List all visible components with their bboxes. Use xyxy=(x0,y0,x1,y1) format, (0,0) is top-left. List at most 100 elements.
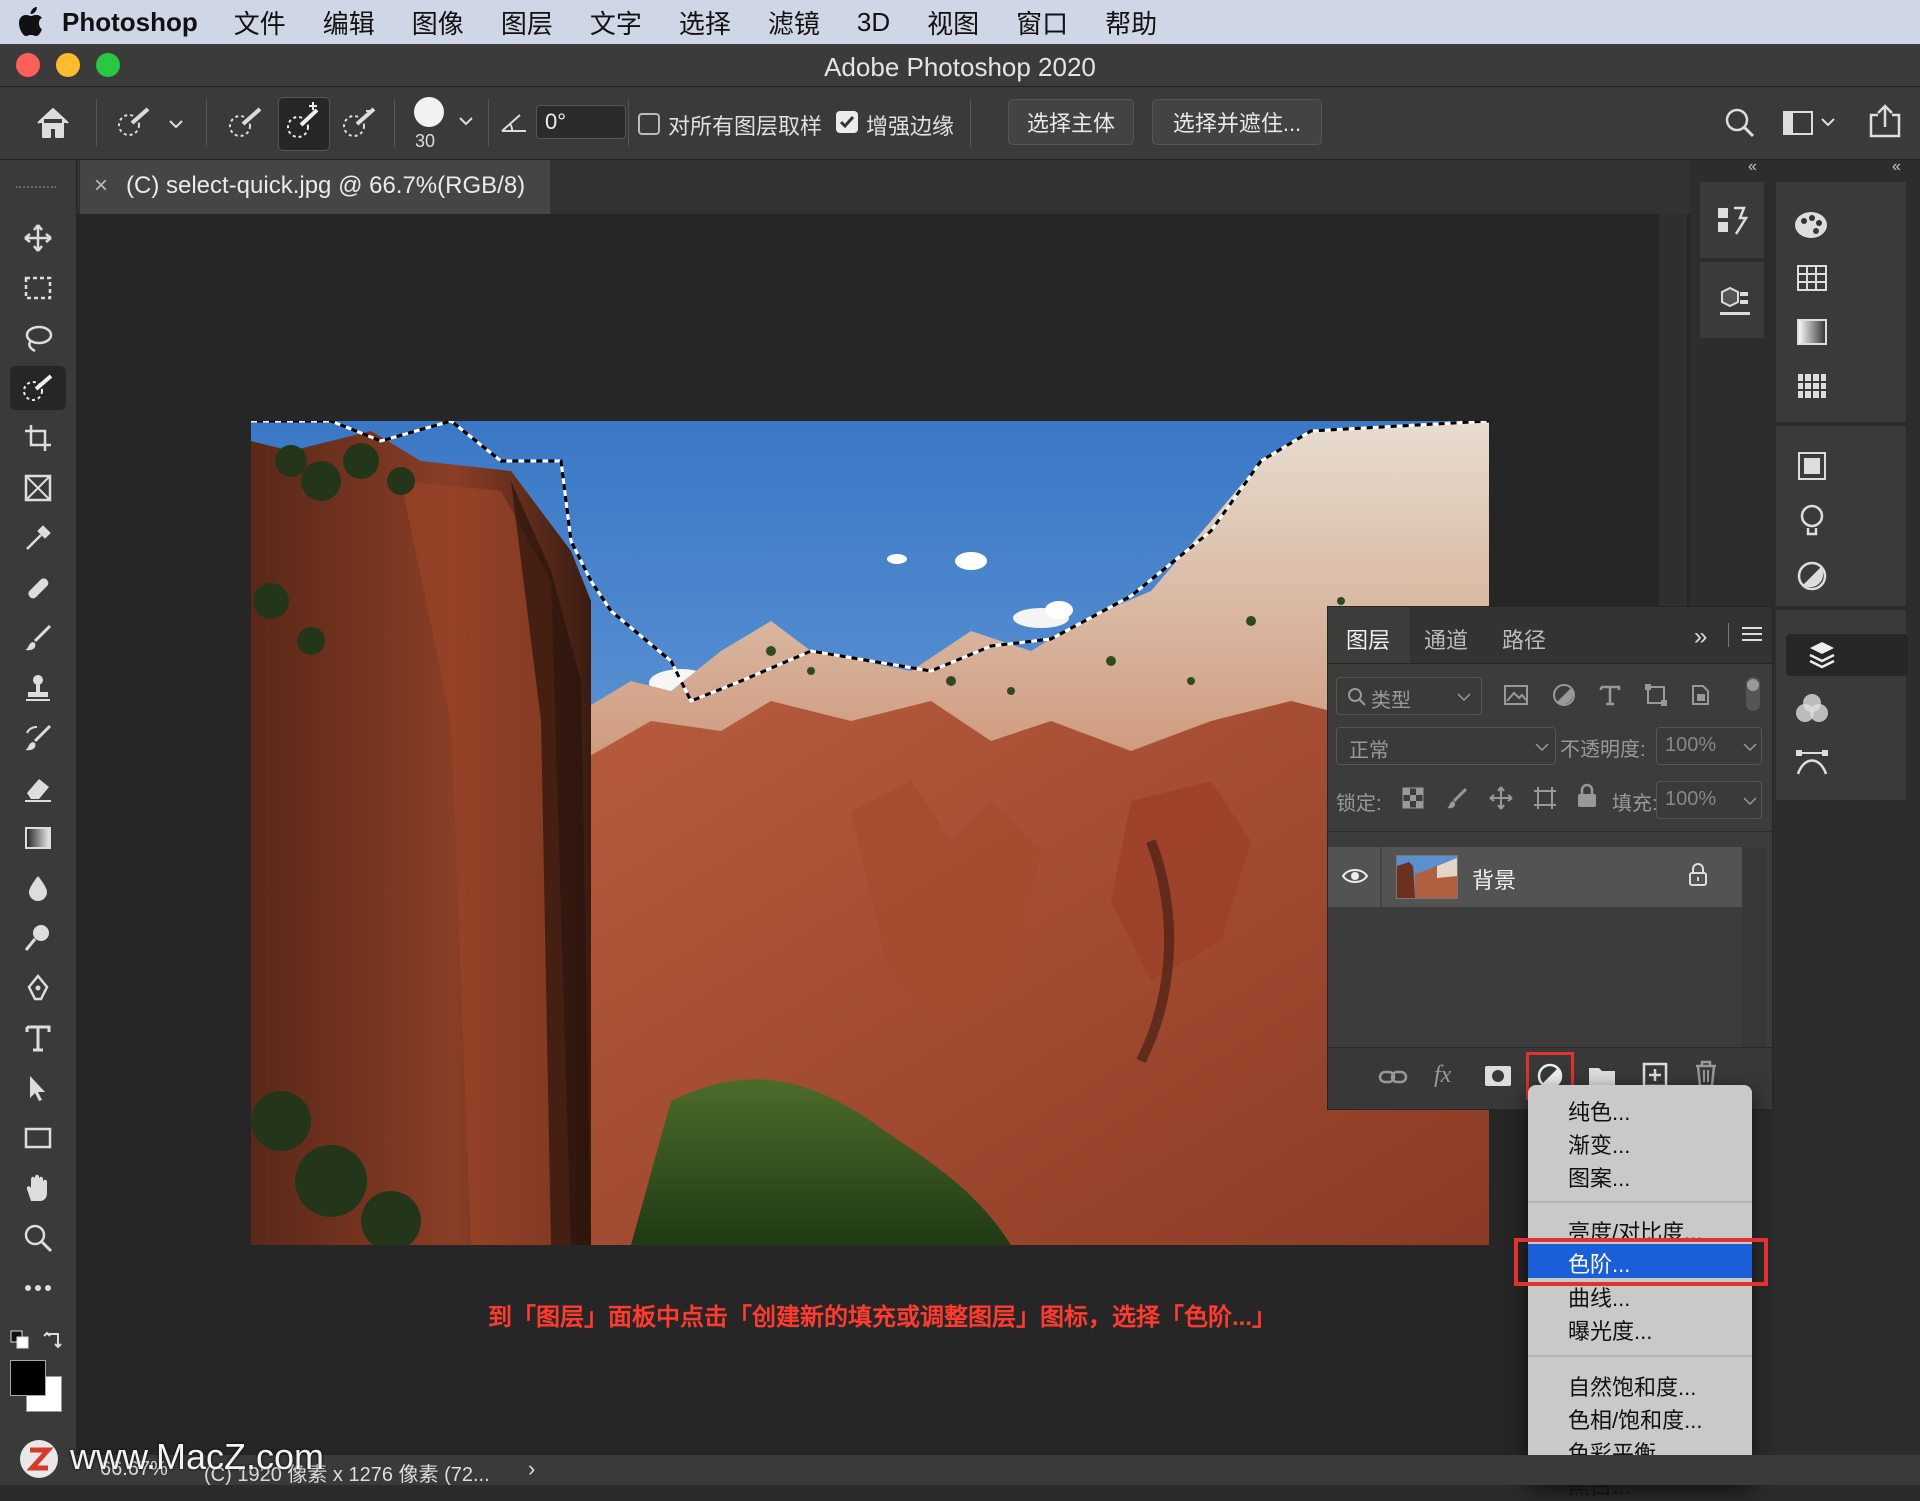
menu-item-gradient[interactable]: 渐变... xyxy=(1568,1128,1630,1160)
paths-panel-icon[interactable] xyxy=(1794,746,1830,778)
menu-item-exposure[interactable]: 曝光度... xyxy=(1568,1314,1652,1346)
swap-colors-icon[interactable] xyxy=(42,1328,64,1350)
swatches-panel-icon[interactable] xyxy=(1796,264,1828,292)
status-expand-icon[interactable]: › xyxy=(528,1456,535,1482)
type-tool-icon[interactable] xyxy=(10,1016,66,1060)
fill-input[interactable]: 100% xyxy=(1656,781,1762,819)
menu-edit[interactable]: 编辑 xyxy=(323,4,375,41)
layers-scrollbar[interactable] xyxy=(1742,847,1766,1067)
menu-layer[interactable]: 图层 xyxy=(501,4,553,41)
panel-menu-icon[interactable] xyxy=(1742,625,1762,643)
3d-panel-button[interactable] xyxy=(1700,262,1764,338)
learn-panel-icon[interactable] xyxy=(1798,504,1826,538)
hand-tool-icon[interactable] xyxy=(10,1166,66,1210)
select-and-mask-button[interactable]: 选择并遮住... xyxy=(1152,99,1322,145)
panel-expand-icon[interactable]: » xyxy=(1694,623,1707,651)
canyon-photo[interactable] xyxy=(251,421,1489,1245)
menu-item-solid-color[interactable]: 纯色... xyxy=(1568,1095,1630,1127)
enhance-edge-checkbox[interactable] xyxy=(836,111,858,133)
dodge-tool-icon[interactable] xyxy=(10,916,66,960)
layer-row-background[interactable]: 背景 xyxy=(1328,847,1742,907)
healing-brush-tool-icon[interactable] xyxy=(10,566,66,610)
tab-layers[interactable]: 图层 xyxy=(1346,623,1390,655)
subtract-selection-icon[interactable] xyxy=(340,105,380,141)
home-icon[interactable] xyxy=(34,105,72,141)
filter-type-icon[interactable] xyxy=(1598,683,1622,707)
crop-tool-icon[interactable] xyxy=(10,416,66,460)
menu-item-hue-saturation[interactable]: 色相/饱和度... xyxy=(1568,1403,1702,1435)
menu-select[interactable]: 选择 xyxy=(679,4,731,41)
filter-smart-object-icon[interactable] xyxy=(1688,683,1712,707)
foreground-color-swatch[interactable] xyxy=(10,1360,46,1396)
select-subject-button[interactable]: 选择主体 xyxy=(1008,99,1134,145)
menu-3d[interactable]: 3D xyxy=(857,7,890,38)
close-tab-icon[interactable]: × xyxy=(94,172,108,200)
apple-logo-icon[interactable] xyxy=(0,7,62,37)
opacity-input[interactable]: 100% xyxy=(1656,727,1762,765)
filter-shape-icon[interactable] xyxy=(1644,683,1668,707)
share-icon[interactable] xyxy=(1868,103,1902,139)
pen-tool-icon[interactable] xyxy=(10,966,66,1010)
more-tools-icon[interactable] xyxy=(10,1266,66,1310)
menu-filter[interactable]: 滤镜 xyxy=(768,4,820,41)
lock-transparency-icon[interactable] xyxy=(1402,787,1424,809)
sample-all-layers-checkbox[interactable] xyxy=(638,113,660,135)
workspace-icon[interactable] xyxy=(1782,109,1838,137)
filter-adjustment-icon[interactable] xyxy=(1552,683,1576,707)
color-panel-icon[interactable] xyxy=(1794,210,1828,240)
lock-all-icon[interactable] xyxy=(1576,783,1598,809)
filter-pixel-icon[interactable] xyxy=(1504,685,1528,705)
layer-name[interactable]: 背景 xyxy=(1472,863,1516,895)
brush-size-swatch[interactable] xyxy=(414,97,444,127)
gradients-panel-icon[interactable] xyxy=(1796,318,1828,346)
layer-filter-select[interactable]: 类型 xyxy=(1336,677,1482,715)
path-selection-tool-icon[interactable] xyxy=(10,1066,66,1110)
history-panel-button[interactable] xyxy=(1700,182,1764,258)
default-colors-icon[interactable] xyxy=(10,1330,30,1350)
menu-view[interactable]: 视图 xyxy=(927,4,979,41)
document-tab[interactable]: × (C) select-quick.jpg @ 66.7%(RGB/8) xyxy=(80,160,550,214)
brush-tool-icon[interactable] xyxy=(10,616,66,660)
tab-paths[interactable]: 路径 xyxy=(1502,623,1546,655)
angle-input[interactable]: 0° xyxy=(536,105,626,139)
menu-image[interactable]: 图像 xyxy=(412,4,464,41)
visibility-eye-icon[interactable] xyxy=(1342,867,1368,885)
history-brush-tool-icon[interactable] xyxy=(10,716,66,760)
menu-item-vibrance[interactable]: 自然饱和度... xyxy=(1568,1370,1696,1402)
menu-item-pattern[interactable]: 图案... xyxy=(1568,1161,1630,1193)
eraser-tool-icon[interactable] xyxy=(10,766,66,810)
gradient-tool-icon[interactable] xyxy=(10,816,66,860)
tool-preset-picker[interactable] xyxy=(114,105,184,141)
collapse-dock-icon[interactable]: « xyxy=(1748,158,1757,176)
marquee-tool-icon[interactable] xyxy=(10,266,66,310)
channels-panel-icon[interactable] xyxy=(1794,692,1830,724)
lock-artboard-icon[interactable] xyxy=(1532,785,1558,811)
rectangle-tool-icon[interactable] xyxy=(10,1116,66,1160)
new-selection-icon[interactable] xyxy=(226,105,266,141)
zoom-tool-icon[interactable] xyxy=(10,1216,66,1260)
menu-type[interactable]: 文字 xyxy=(590,4,642,41)
menu-file[interactable]: 文件 xyxy=(234,4,286,41)
search-icon[interactable] xyxy=(1724,107,1756,139)
collapse-panels-icon[interactable]: « xyxy=(1892,158,1901,176)
layers-panel-button[interactable] xyxy=(1786,634,1908,676)
add-mask-icon[interactable] xyxy=(1484,1064,1512,1088)
filter-toggle[interactable] xyxy=(1746,677,1760,711)
lock-position-icon[interactable] xyxy=(1488,785,1514,811)
link-layers-icon[interactable] xyxy=(1378,1066,1408,1088)
patterns-panel-icon[interactable] xyxy=(1796,372,1828,400)
properties-panel-icon[interactable] xyxy=(1796,450,1828,482)
delete-layer-icon[interactable] xyxy=(1694,1060,1718,1088)
add-to-selection-button[interactable] xyxy=(278,97,330,151)
chevron-down-icon[interactable] xyxy=(458,115,474,127)
lasso-tool-icon[interactable] xyxy=(10,316,66,360)
menu-window[interactable]: 窗口 xyxy=(1016,4,1068,41)
menu-help[interactable]: 帮助 xyxy=(1105,4,1157,41)
adjustments-panel-icon[interactable] xyxy=(1796,560,1828,592)
tab-channels[interactable]: 通道 xyxy=(1424,623,1468,655)
lock-pixels-icon[interactable] xyxy=(1446,787,1468,809)
clone-stamp-tool-icon[interactable] xyxy=(10,666,66,710)
move-tool-icon[interactable] xyxy=(10,216,66,260)
quick-selection-tool-icon[interactable] xyxy=(10,366,66,410)
eyedropper-tool-icon[interactable] xyxy=(10,516,66,560)
